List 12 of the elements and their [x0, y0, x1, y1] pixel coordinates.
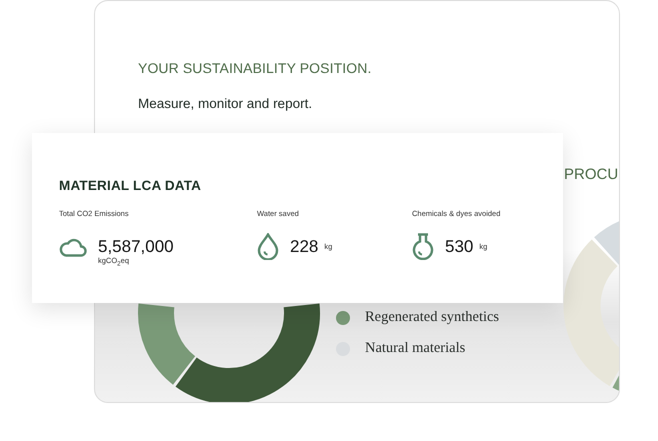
panel-title: YOUR SUSTAINABILITY POSITION. — [138, 60, 372, 76]
legend-label: Natural materials — [365, 340, 466, 357]
metric-value: 5,587,000 — [98, 236, 174, 258]
flask-icon — [412, 233, 434, 260]
cloud-icon — [59, 237, 87, 257]
legend-label: Regenerated synthetics — [365, 309, 500, 326]
metric-value: 228 — [290, 236, 318, 258]
drop-icon — [257, 233, 279, 260]
section-heading: PROCU — [564, 166, 618, 183]
card-title: MATERIAL LCA DATA — [59, 178, 202, 193]
metric-value: 530 — [445, 236, 474, 258]
panel-subtitle: Measure, monitor and report. — [138, 96, 312, 111]
